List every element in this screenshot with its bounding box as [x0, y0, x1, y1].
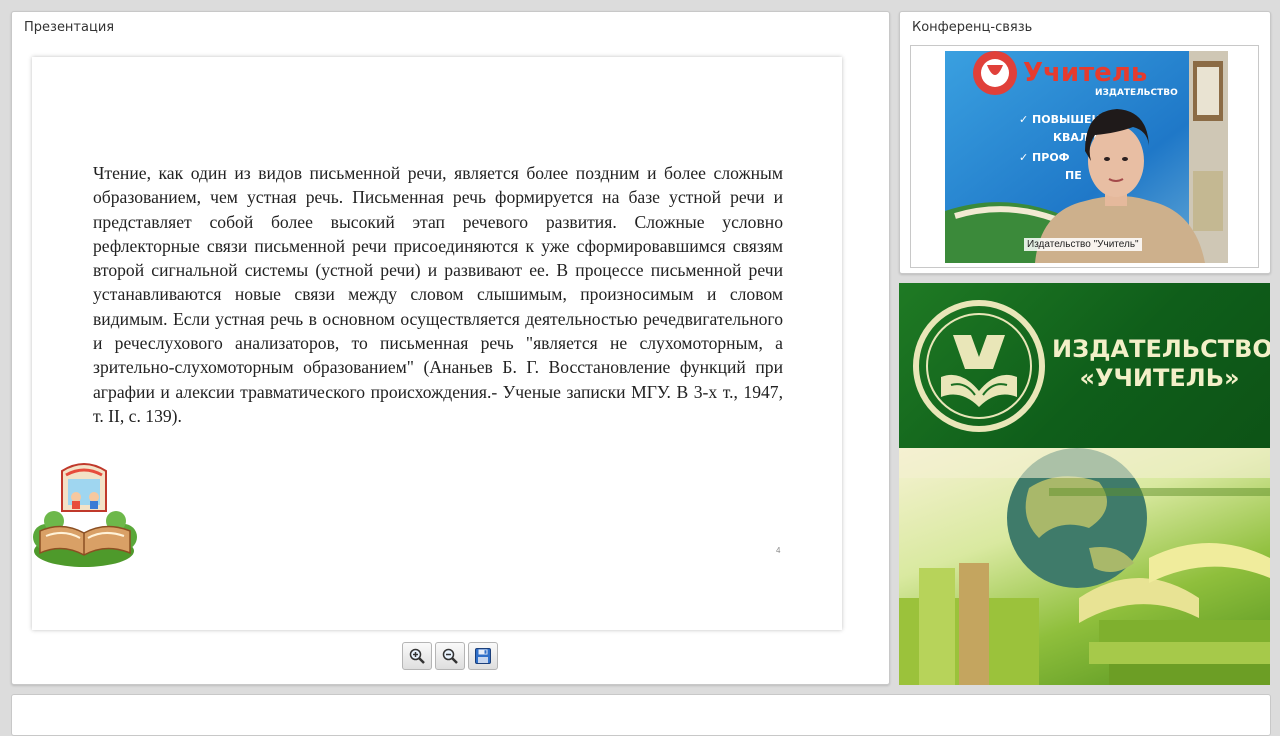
svg-text:✓ ПРОФ: ✓ ПРОФ	[1019, 151, 1070, 164]
participant-name-label: Издательство "Учитель"	[1024, 238, 1142, 251]
video-feed-image: Учитель ИЗДАТЕЛЬСТВО ✓ ПОВЫШЕНИ КВАЛИ ✓ …	[945, 51, 1228, 263]
publisher-name-line2: «УЧИТЕЛЬ»	[1079, 364, 1240, 392]
slide-page-number: 4	[776, 546, 781, 555]
svg-text:ИЗДАТЕЛЬСТВО: ИЗДАТЕЛЬСТВО	[1095, 88, 1178, 98]
conference-panel: Конференц-связь Учитель ИЗДАТЕЛЬСТВО ✓ П…	[899, 11, 1271, 274]
kids-book-logo	[33, 463, 137, 567]
publisher-logo-icon	[913, 300, 1045, 432]
publisher-banner: ИЗДАТЕЛЬСТВО «УЧИТЕЛЬ»	[899, 283, 1270, 685]
zoom-in-button[interactable]	[402, 642, 432, 670]
participant-video[interactable]: Учитель ИЗДАТЕЛЬСТВО ✓ ПОВЫШЕНИ КВАЛИ ✓ …	[945, 51, 1228, 263]
zoom-in-icon	[409, 648, 425, 664]
video-container: Учитель ИЗДАТЕЛЬСТВО ✓ ПОВЫШЕНИ КВАЛИ ✓ …	[910, 45, 1259, 268]
banner-header: ИЗДАТЕЛЬСТВО «УЧИТЕЛЬ»	[899, 283, 1270, 448]
presentation-slide: Чтение, как один из видов письменной реч…	[32, 57, 842, 630]
save-button[interactable]	[468, 642, 498, 670]
slide-text: Чтение, как один из видов письменной реч…	[93, 163, 783, 426]
zoom-out-icon	[442, 648, 458, 664]
zoom-out-button[interactable]	[435, 642, 465, 670]
svg-text:Учитель: Учитель	[1023, 58, 1147, 88]
conference-panel-title: Конференц-связь	[912, 20, 1033, 35]
presentation-panel-title: Презентация	[24, 20, 115, 35]
publisher-name: ИЗДАТЕЛЬСТВО «УЧИТЕЛЬ»	[1052, 335, 1270, 393]
svg-text:ПЕ: ПЕ	[1065, 169, 1082, 182]
banner-books-image	[899, 448, 1270, 685]
save-icon	[475, 648, 491, 664]
publisher-name-line1: ИЗДАТЕЛЬСТВО	[1052, 335, 1270, 363]
bottom-panel	[11, 694, 1271, 736]
books-globe-illustration	[899, 448, 1270, 685]
presentation-panel: Презентация Чтение, как один из видов пи…	[11, 11, 890, 685]
